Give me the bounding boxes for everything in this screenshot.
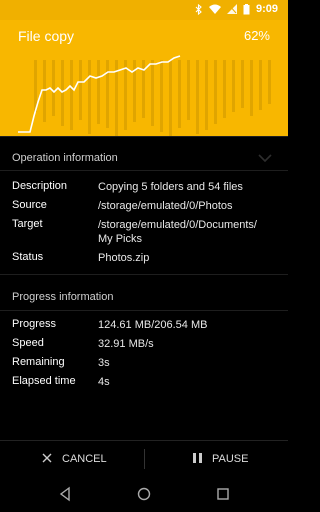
chart-bar [223,60,226,118]
progress-percent: 62% [243,28,270,43]
description-value: Copying 5 folders and 54 files [98,181,243,193]
progress-value: 124.61 MB/206.54 MB [98,319,208,331]
chevron-down-icon[interactable] [258,149,272,167]
progress-top-divider [0,274,288,275]
pause-icon [193,452,202,466]
navigation-bar [0,476,288,512]
status-label: Status [12,251,44,263]
pause-label: PAUSE [212,453,249,465]
copy-progress-header: File copy 62% [0,20,288,136]
back-icon[interactable] [58,486,74,502]
status-time: 9:09 [255,3,278,15]
chart-bar [88,60,91,134]
chart-bar [250,60,253,116]
status-icons: 9:09 [195,3,278,15]
progress-section-title: Progress information [12,291,114,303]
chart-bar [196,60,199,134]
cancel-label: CANCEL [62,453,107,465]
elapsed-time-value: 4s [98,376,110,388]
description-label: Description [12,180,68,192]
page-title: File copy [18,28,75,44]
chart-bars [34,60,271,136]
chart-bar [61,60,64,126]
elapsed-time-label: Elapsed time [12,375,76,387]
recents-icon[interactable] [216,486,232,502]
wifi-icon [208,4,221,14]
target-label: Target [12,218,43,230]
remaining-label: Remaining [12,356,65,368]
chart-bar [79,60,82,120]
chart-bar [70,60,73,130]
chart-bar [124,60,127,130]
chart-bar [259,60,262,110]
speed-label: Speed [12,337,44,349]
battery-icon [243,3,250,15]
chart-bar [151,60,154,126]
source-value: /storage/emulated/0/Photos [98,200,233,212]
chart-bar [232,60,235,112]
chart-bar [160,60,163,132]
chart-bar [52,60,55,116]
chart-bar [178,60,181,128]
cancel-button[interactable]: CANCEL [42,441,107,477]
chart-bar [268,60,271,104]
chart-bar [43,60,46,122]
status-bar: 9:09 [0,0,288,20]
signal-icon [226,4,237,14]
chart-bar [187,60,190,120]
chart-bar [214,60,217,124]
chart-bar [241,60,244,108]
progress-label: Progress [12,318,57,330]
chart-bar [97,60,100,124]
target-value: /storage/emulated/0/Documents/ My Picks [98,219,257,245]
operation-divider [0,170,288,171]
bluetooth-icon [195,3,203,15]
operation-section [0,136,288,137]
pause-button[interactable]: PAUSE [193,441,248,477]
action-separator [144,449,145,469]
home-icon[interactable] [136,486,152,502]
remaining-value: 3s [98,357,110,369]
progress-divider [0,310,288,311]
status-value: Photos.zip [98,252,150,264]
chart-bar [106,60,109,128]
close-icon [42,453,52,466]
source-label: Source [12,199,47,211]
chart-bar [205,60,208,130]
operation-section-title: Operation information [12,152,118,164]
speed-value: 32.91 MB/s [98,338,154,350]
action-bar: CANCEL PAUSE [0,440,288,476]
chart-bar [169,60,172,136]
